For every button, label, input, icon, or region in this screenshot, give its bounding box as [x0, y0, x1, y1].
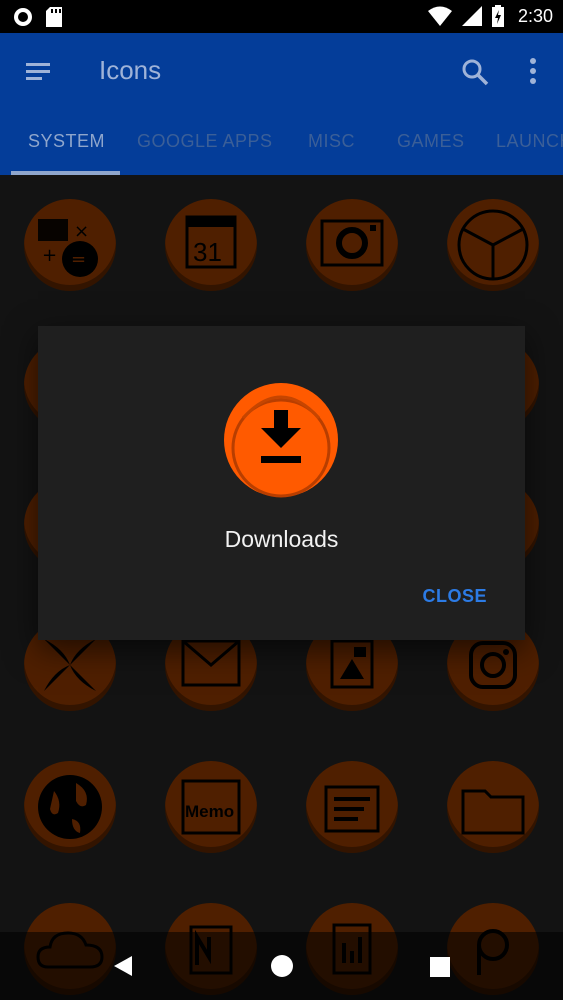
tab-games[interactable]: GAMES: [397, 131, 465, 152]
sd-card-icon: [46, 7, 62, 27]
record-icon: [14, 8, 32, 26]
memo-icon[interactable]: Memo: [165, 761, 257, 853]
menu-icon[interactable]: [24, 60, 52, 84]
calendar-day: 31: [193, 237, 222, 267]
memo-label: Memo: [185, 802, 234, 821]
back-icon[interactable]: [112, 954, 134, 978]
icon-preview-dialog: Downloads CLOSE: [38, 326, 525, 640]
more-vert-icon[interactable]: [523, 55, 543, 87]
recents-icon[interactable]: [429, 956, 451, 978]
svg-text:=: =: [71, 249, 86, 270]
status-left: [12, 6, 62, 28]
tab-bar: SYSTEM GOOGLE APPS MISC GAMES LAUNCH: [0, 121, 563, 175]
folder-icon[interactable]: [447, 761, 539, 853]
status-bar: 2:30: [0, 0, 563, 33]
app-bar: Icons SYSTEM GOOGLE APPS MISC GAMES LAUN…: [0, 33, 563, 175]
app-bar-top: Icons: [0, 33, 563, 111]
calendar-icon[interactable]: 31: [165, 199, 257, 291]
camera-icon[interactable]: [306, 199, 398, 291]
clock-icon[interactable]: [447, 199, 539, 291]
battery-charging-icon: [491, 5, 504, 27]
status-right: 2:30: [427, 5, 553, 27]
close-button[interactable]: CLOSE: [422, 586, 487, 607]
nav-bar: [0, 932, 563, 1000]
home-icon[interactable]: [270, 954, 294, 978]
tab-system[interactable]: SYSTEM: [28, 131, 105, 152]
svg-text:+: +: [42, 245, 57, 266]
tab-launch[interactable]: LAUNCH: [496, 131, 563, 152]
notes-icon[interactable]: [306, 761, 398, 853]
download-icon: [224, 383, 338, 498]
signal-icon: [461, 6, 482, 26]
dialog-label: Downloads: [224, 526, 339, 552]
tab-misc[interactable]: MISC: [308, 131, 355, 152]
svg-text:×: ×: [74, 221, 89, 242]
globe-icon[interactable]: [24, 761, 116, 853]
search-icon[interactable]: [460, 57, 490, 87]
status-time: 2:30: [517, 5, 553, 26]
wifi-icon: [427, 6, 452, 26]
calculator-icon[interactable]: × + =: [24, 199, 116, 291]
app-title: Icons: [99, 55, 162, 85]
tab-google-apps[interactable]: GOOGLE APPS: [137, 131, 273, 152]
